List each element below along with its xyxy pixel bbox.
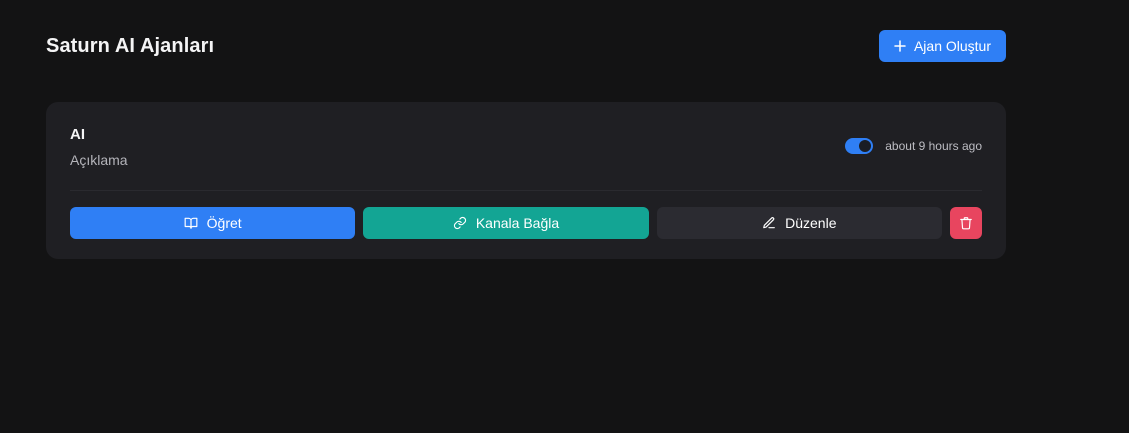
agent-status: about 9 hours ago [845,138,982,154]
teach-button[interactable]: Öğret [70,207,356,239]
page-header: Saturn AI Ajanları Ajan Oluştur [46,30,1006,62]
create-agent-button[interactable]: Ajan Oluştur [879,30,1006,62]
plus-icon [894,40,906,52]
teach-label: Öğret [206,215,242,231]
agents-page: Saturn AI Ajanları Ajan Oluştur AI Açıkl… [0,0,1129,433]
agent-name: AI [70,126,85,143]
agent-active-toggle[interactable] [845,138,874,154]
agent-updated-timestamp: about 9 hours ago [885,139,982,153]
delete-button[interactable] [949,207,982,239]
book-open-icon [184,216,198,230]
create-agent-label: Ajan Oluştur [913,38,992,54]
edit-label: Düzenle [785,215,837,231]
agent-description: Açıklama [70,152,128,168]
link-icon [453,216,467,230]
page-title: Saturn AI Ajanları [46,34,215,57]
agent-actions: Öğret Kanala Bağla Düzenle [70,207,982,239]
agent-card-header: AI Açıklama about 9 hours ago [70,102,982,191]
toggle-knob [859,140,872,152]
pencil-icon [762,216,776,230]
trash-icon [959,216,973,230]
connect-channel-button[interactable]: Kanala Bağla [363,207,649,239]
connect-channel-label: Kanala Bağla [475,215,560,231]
edit-button[interactable]: Düzenle [656,207,942,239]
